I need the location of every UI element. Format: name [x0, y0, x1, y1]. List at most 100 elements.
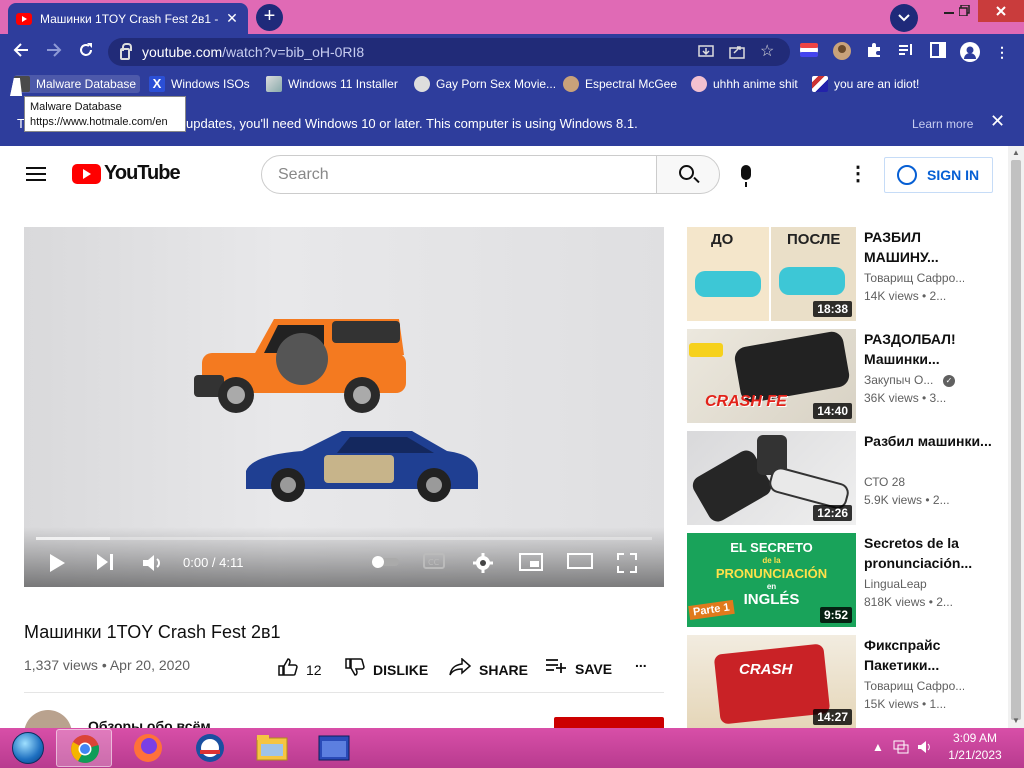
infobar-close-icon[interactable]: ✕	[990, 111, 1005, 132]
tab-search-button[interactable]	[890, 4, 918, 32]
bookmark-malware-database[interactable]: Malware Database	[14, 75, 141, 93]
recommended-channel: Товарищ Сафро...	[864, 679, 964, 693]
recommended-channel: LinguaLeap	[864, 577, 927, 591]
bookmark-star-icon[interactable]: ☆	[760, 41, 774, 61]
search-input[interactable]: Search	[261, 155, 657, 194]
video-duration: 12:26	[813, 505, 852, 521]
share-page-icon[interactable]	[729, 43, 745, 62]
bookmark-adult-site[interactable]: Gay Porn Sex Movie...	[414, 75, 556, 93]
save-button[interactable]: SAVE	[545, 658, 612, 679]
taskbar-chrome[interactable]	[56, 729, 112, 767]
fullscreen-icon[interactable]	[617, 553, 637, 577]
clock-date: 1/21/2023	[948, 748, 1002, 762]
captions-icon[interactable]: CC	[423, 553, 445, 573]
bookmark-windows-11-installer[interactable]: Windows 11 Installer	[266, 75, 398, 93]
thumbs-down-icon	[345, 658, 365, 681]
extension-flag-icon[interactable]	[799, 42, 819, 62]
next-icon[interactable]	[96, 553, 114, 575]
close-window-button[interactable]	[978, 0, 1024, 22]
hamburger-menu-icon[interactable]	[26, 167, 46, 181]
back-button[interactable]	[9, 40, 33, 64]
taskbar-file-explorer[interactable]	[244, 729, 300, 767]
youtube-wordmark: YouTube	[104, 162, 181, 184]
media-control-icon[interactable]	[896, 42, 916, 62]
thumbs-up-icon	[278, 658, 298, 681]
bookmark-espectral-mcgee[interactable]: Espectral McGee	[563, 75, 677, 93]
time-display: 0:00 / 4:11	[183, 555, 244, 570]
taskbar-window-app[interactable]	[306, 729, 362, 767]
scroll-up-icon[interactable]: ▲	[1012, 148, 1020, 157]
toy-car-image	[695, 271, 761, 297]
chrome-icon	[71, 735, 100, 763]
autoplay-toggle-icon[interactable]	[370, 553, 400, 573]
address-bar[interactable]: youtube.com/watch?v=bib_oH-0RI8 ☆	[108, 38, 790, 66]
install-app-icon[interactable]	[698, 43, 714, 62]
bookmark-label: Espectral McGee	[585, 77, 678, 91]
infobar-message: updates, you'll need Windows 10 or later…	[186, 116, 638, 131]
recommended-title: Разбил машинки...	[864, 433, 992, 449]
recommended-video[interactable]: 12:26 Разбил машинки... СТО 28 5.9K view…	[687, 431, 1007, 525]
settings-gear-icon[interactable]	[473, 553, 493, 577]
bookmark-windows-isos[interactable]: X Windows ISOs	[149, 75, 250, 93]
scrollbar-thumb[interactable]	[1011, 160, 1021, 720]
profile-avatar-icon[interactable]	[960, 42, 980, 62]
tray-expand-icon[interactable]: ▲	[872, 740, 884, 754]
video-title: Машинки 1TOY Crash Fest 2в1	[24, 622, 281, 642]
taskbar-campaign-app[interactable]	[182, 729, 238, 767]
thumb-text-after: ПОСЛЕ	[787, 231, 841, 248]
restore-button[interactable]	[950, 0, 978, 22]
browser-toolbar: youtube.com/watch?v=bib_oH-0RI8 ☆ ⋮	[0, 34, 1024, 70]
tooltip-title: Malware Database	[30, 101, 122, 113]
start-button[interactable]	[4, 729, 48, 767]
side-panel-icon[interactable]	[928, 42, 948, 62]
network-icon[interactable]	[893, 740, 909, 757]
like-button[interactable]: 12	[278, 658, 322, 681]
video-thumbnail: CRASH FE 14:40	[687, 329, 856, 423]
system-clock[interactable]: 3:09 AM 1/21/2023	[940, 730, 1010, 764]
video-player[interactable]: 0:00 / 4:11 CC	[24, 227, 664, 587]
tab-close-icon[interactable]: ✕	[224, 10, 240, 27]
new-tab-button[interactable]: +	[256, 4, 283, 31]
thumb-line: EL SECRETO	[730, 540, 813, 555]
dislike-button[interactable]: DISLIKE	[345, 658, 428, 681]
tooltip-url: https://www.hotmale.com/en	[30, 116, 168, 128]
folder-icon	[256, 735, 288, 761]
learn-more-link[interactable]: Learn more	[912, 117, 973, 131]
youtube-logo[interactable]: YouTube	[72, 162, 181, 185]
bookmark-anime[interactable]: uhhh anime shit	[691, 75, 798, 93]
reload-button[interactable]	[74, 40, 98, 64]
lock-icon	[120, 43, 132, 60]
scroll-down-icon[interactable]: ▼	[1012, 716, 1020, 725]
volume-tray-icon[interactable]	[917, 740, 933, 757]
bookmark-label: uhhh anime shit	[713, 77, 798, 91]
search-icon	[679, 165, 694, 180]
extensions-puzzle-icon[interactable]	[864, 42, 884, 62]
settings-menu-icon[interactable]: ⋮	[848, 164, 868, 184]
page-scrollbar[interactable]: ▲ ▼	[1008, 146, 1024, 728]
recommended-video[interactable]: ДО ПОСЛЕ 18:38 РАЗБИЛ МАШИНУ... Товарищ …	[687, 227, 1007, 321]
recommended-video[interactable]: CRASH FE 14:40 РАЗДОЛБАЛ! Машинки... Зак…	[687, 329, 1007, 423]
bookmark-you-are-an-idiot[interactable]: you are an idiot!	[812, 75, 919, 93]
theater-mode-icon[interactable]	[567, 553, 593, 573]
voice-search-icon[interactable]	[741, 165, 751, 187]
recommended-video[interactable]: EL SECRETO de la PRONUNCIACIÓN en INGLÉS…	[687, 533, 1007, 627]
bookmark-label: Windows ISOs	[171, 77, 250, 91]
browser-tab[interactable]: Машинки 1TOY Crash Fest 2в1 - YouTube ✕	[8, 3, 248, 34]
progress-bar[interactable]	[36, 537, 652, 540]
browser-menu-icon[interactable]: ⋮	[992, 42, 1012, 62]
forward-button[interactable]	[42, 40, 66, 64]
share-button[interactable]: SHARE	[449, 657, 528, 681]
profile-extension-icon[interactable]	[832, 42, 852, 62]
bookmark-label: Malware Database	[36, 77, 137, 91]
sign-in-button[interactable]: SIGN IN	[884, 157, 993, 193]
youtube-play-icon	[72, 163, 101, 184]
search-button[interactable]	[656, 155, 720, 194]
miniplayer-icon[interactable]	[519, 553, 543, 575]
more-actions-icon[interactable]: ...	[635, 654, 647, 670]
taskbar-firefox[interactable]	[120, 729, 176, 767]
recommended-views: 15K views • 1...	[864, 697, 947, 711]
volume-icon[interactable]	[142, 553, 164, 577]
play-icon[interactable]	[48, 553, 66, 577]
recommended-video[interactable]: CRASH 14:27 Фикспрайс Пакетики... Товари…	[687, 635, 1007, 729]
video-duration: 14:40	[813, 403, 852, 419]
